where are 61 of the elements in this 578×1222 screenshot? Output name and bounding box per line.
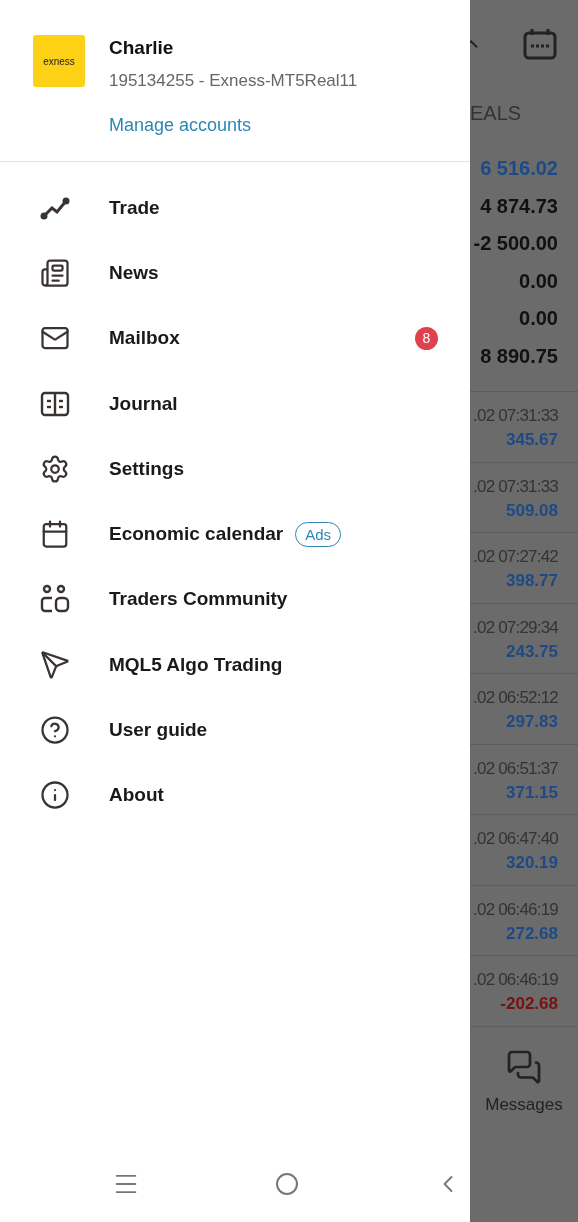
deal-time: .02 07:27:42 [473,547,558,567]
account-name: Charlie [109,37,175,59]
deal-row[interactable]: .02 07:31:33 345.67 [470,392,578,463]
menu-item[interactable]: User guide [0,697,470,763]
deal-amount: 297.83 [506,712,558,732]
deal-row[interactable]: .02 07:27:42 398.77 [470,533,578,604]
unread-badge: 8 [415,326,438,350]
summary-value: 6 516.02 [480,156,558,182]
deal-amount: 320.19 [506,853,558,873]
account-login: 195134255 - Exness-MT5Real11 [109,71,358,91]
home-icon[interactable] [275,1172,299,1196]
deal-row[interactable]: .02 06:51:37 371.15 [470,744,578,815]
broker-logo: exness [33,35,85,87]
paper-plane-icon [40,649,70,680]
deal-row[interactable]: .02 07:29:34 243.75 [470,603,578,674]
menu-item[interactable]: Mailbox 8 [0,305,470,371]
deal-row[interactable]: .02 06:46:19 272.68 [470,885,578,956]
deal-row[interactable]: .02 07:31:33 509.08 [470,462,578,533]
deal-time: .02 06:46:19 [473,899,558,920]
deal-time: .02 07:31:33 [473,476,558,497]
people-icon [40,584,70,615]
menu-item[interactable]: About [0,762,470,828]
summary-value: 0.00 [519,306,558,332]
calendar-icon[interactable] [522,27,558,61]
deal-amount: 371.15 [506,782,558,803]
summary-value: 8 890.75 [480,343,558,369]
deal-amount: -202.68 [500,994,558,1014]
deal-time: .02 06:47:40 [473,829,558,849]
deals-tab[interactable]: EALS [470,88,578,138]
menu-item[interactable]: Traders Community [0,566,470,633]
menu-item[interactable]: Trade [0,175,470,241]
menu-item[interactable]: Economic calendar Ads [0,501,470,567]
menu-item[interactable]: MQL5 Algo Trading [0,632,470,698]
summary-value: 4 874.73 [480,193,558,219]
menu-item[interactable]: Settings [0,436,470,502]
deal-time: .02 06:51:37 [473,758,558,779]
summary-value: 0.00 [519,268,558,294]
deal-time: .02 06:52:12 [473,688,558,708]
deal-row[interactable]: .02 06:52:12 297.83 [470,674,578,745]
deal-row[interactable]: .02 06:46:19 -202.68 [470,956,578,1027]
messages-tab-label[interactable]: Messages [485,1094,563,1115]
deal-amount: 243.75 [506,641,558,662]
deal-amount: 272.68 [506,923,558,944]
manage-accounts-link[interactable]: Manage accounts [109,115,358,136]
calendar-icon [40,519,70,550]
newspaper-icon [40,257,70,288]
menu-item[interactable]: News [0,240,470,306]
deal-time: .02 07:29:34 [473,617,558,638]
menu-item[interactable]: Journal [0,370,470,437]
deal-amount: 345.67 [506,430,558,450]
messages-icon[interactable] [506,1048,542,1085]
deal-row[interactable]: .02 06:47:40 320.19 [470,815,578,886]
summary-value: -2 500.00 [473,231,558,257]
deal-time: .02 07:31:33 [473,406,558,426]
deal-time: .02 06:46:19 [473,970,558,990]
deal-amount: 398.77 [506,571,558,591]
deal-amount: 509.08 [506,500,558,521]
info-icon [40,780,70,811]
settings-icon [40,453,70,484]
help-icon [40,715,70,745]
book-icon [40,389,70,418]
